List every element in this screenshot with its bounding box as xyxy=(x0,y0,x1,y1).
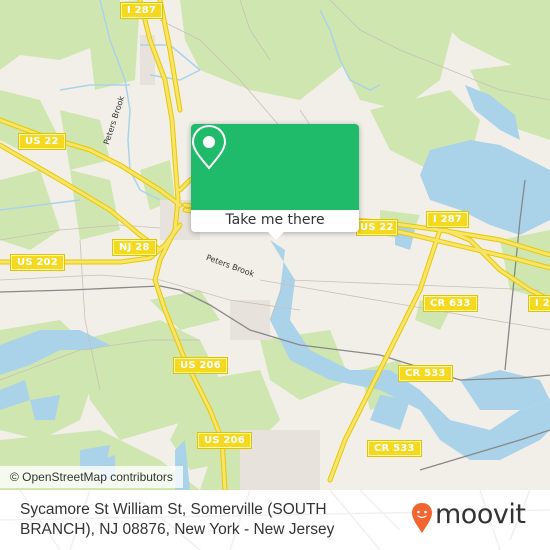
road-shield-cr533-north: CR 533 xyxy=(398,365,453,382)
map-attribution[interactable]: © OpenStreetMap contributors xyxy=(0,466,183,488)
road-shield-i287-north: I 287 xyxy=(119,2,164,19)
map-pin-icon xyxy=(191,124,227,170)
road-shield-cr633: CR 633 xyxy=(423,295,478,312)
popup-header xyxy=(191,124,359,210)
destination-popup: Take me there xyxy=(191,124,359,240)
road-shield-us22-west: US 22 xyxy=(18,133,66,150)
moovit-logo[interactable]: moovit xyxy=(411,499,541,534)
address-text: Sycamore St William St, Somerville (SOUT… xyxy=(20,501,335,538)
road-shield-cr533-south: CR 533 xyxy=(367,440,422,457)
road-shield-nj28: NJ 28 xyxy=(112,239,157,256)
road-shield-us206-north: US 206 xyxy=(173,357,228,374)
footer: Sycamore St William St, Somerville (SOUT… xyxy=(0,490,550,550)
road-shield-i287-edge: I 2 xyxy=(528,295,550,312)
road-shield-us202: US 202 xyxy=(10,254,65,271)
moovit-wordmark: moovit xyxy=(435,499,526,530)
moovit-pin-icon xyxy=(412,503,432,533)
take-me-there-button[interactable]: Take me there xyxy=(191,210,359,232)
road-shield-us22-east: US 22 xyxy=(356,219,398,236)
map-tiles xyxy=(0,0,550,490)
road-shield-us206-south: US 206 xyxy=(197,432,252,449)
map[interactable]: I 287 US 22 US 202 NJ 28 I 287 US 22 US … xyxy=(0,0,550,490)
road-shield-i287-east: I 287 xyxy=(425,211,470,228)
popup-pointer xyxy=(267,231,285,240)
